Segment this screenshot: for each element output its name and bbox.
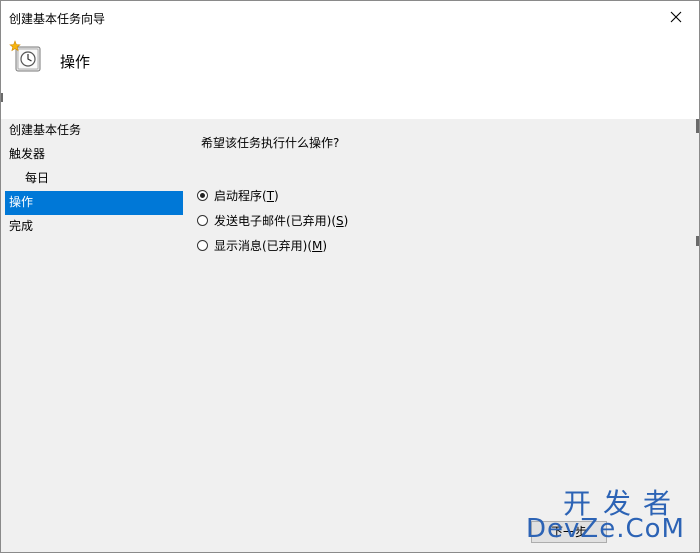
nav-step-create-basic-task[interactable]: 创建基本任务 — [5, 119, 183, 143]
nav-step-action[interactable]: 操作 — [5, 191, 183, 215]
next-button[interactable]: 下一步 — [531, 521, 607, 543]
radio-show-message[interactable]: 显示消息(已弃用)(M) — [197, 233, 348, 258]
nav-step-daily[interactable]: 每日 — [5, 167, 183, 191]
radio-start-program[interactable]: 启动程序(T) — [197, 183, 348, 208]
radio-indicator[interactable] — [197, 215, 208, 226]
page-title: 操作 — [60, 53, 91, 71]
edge-divider — [696, 236, 699, 246]
action-question: 希望该任务执行什么操作? — [201, 136, 340, 150]
wizard-window: 创建基本任务向导 操作 创建基本任务 触发器 每日 操作 完成 希望该任务执行什… — [0, 0, 700, 553]
radio-indicator[interactable] — [197, 240, 208, 251]
wizard-header: 操作 — [1, 33, 699, 119]
window-title: 创建基本任务向导 — [9, 12, 106, 26]
nav-step-finish[interactable]: 完成 — [5, 215, 183, 239]
radio-label: 发送电子邮件(已弃用)(S) — [214, 214, 349, 228]
radio-send-email[interactable]: 发送电子邮件(已弃用)(S) — [197, 208, 348, 233]
edge-divider — [696, 119, 699, 133]
task-scheduler-clock-icon — [9, 40, 41, 72]
nav-step-trigger[interactable]: 触发器 — [5, 143, 183, 167]
wizard-body: 创建基本任务 触发器 每日 操作 完成 希望该任务执行什么操作? 启动程序(T)… — [1, 119, 699, 552]
radio-indicator[interactable] — [197, 190, 208, 201]
close-button[interactable] — [653, 1, 699, 33]
edge-divider — [1, 93, 3, 102]
step-nav: 创建基本任务 触发器 每日 操作 完成 — [5, 119, 183, 239]
close-icon — [670, 11, 682, 23]
radio-label: 启动程序(T) — [214, 189, 279, 203]
title-bar: 创建基本任务向导 — [1, 1, 699, 33]
action-radio-group: 启动程序(T) 发送电子邮件(已弃用)(S) 显示消息(已弃用)(M) — [197, 183, 348, 258]
radio-label: 显示消息(已弃用)(M) — [214, 239, 328, 253]
